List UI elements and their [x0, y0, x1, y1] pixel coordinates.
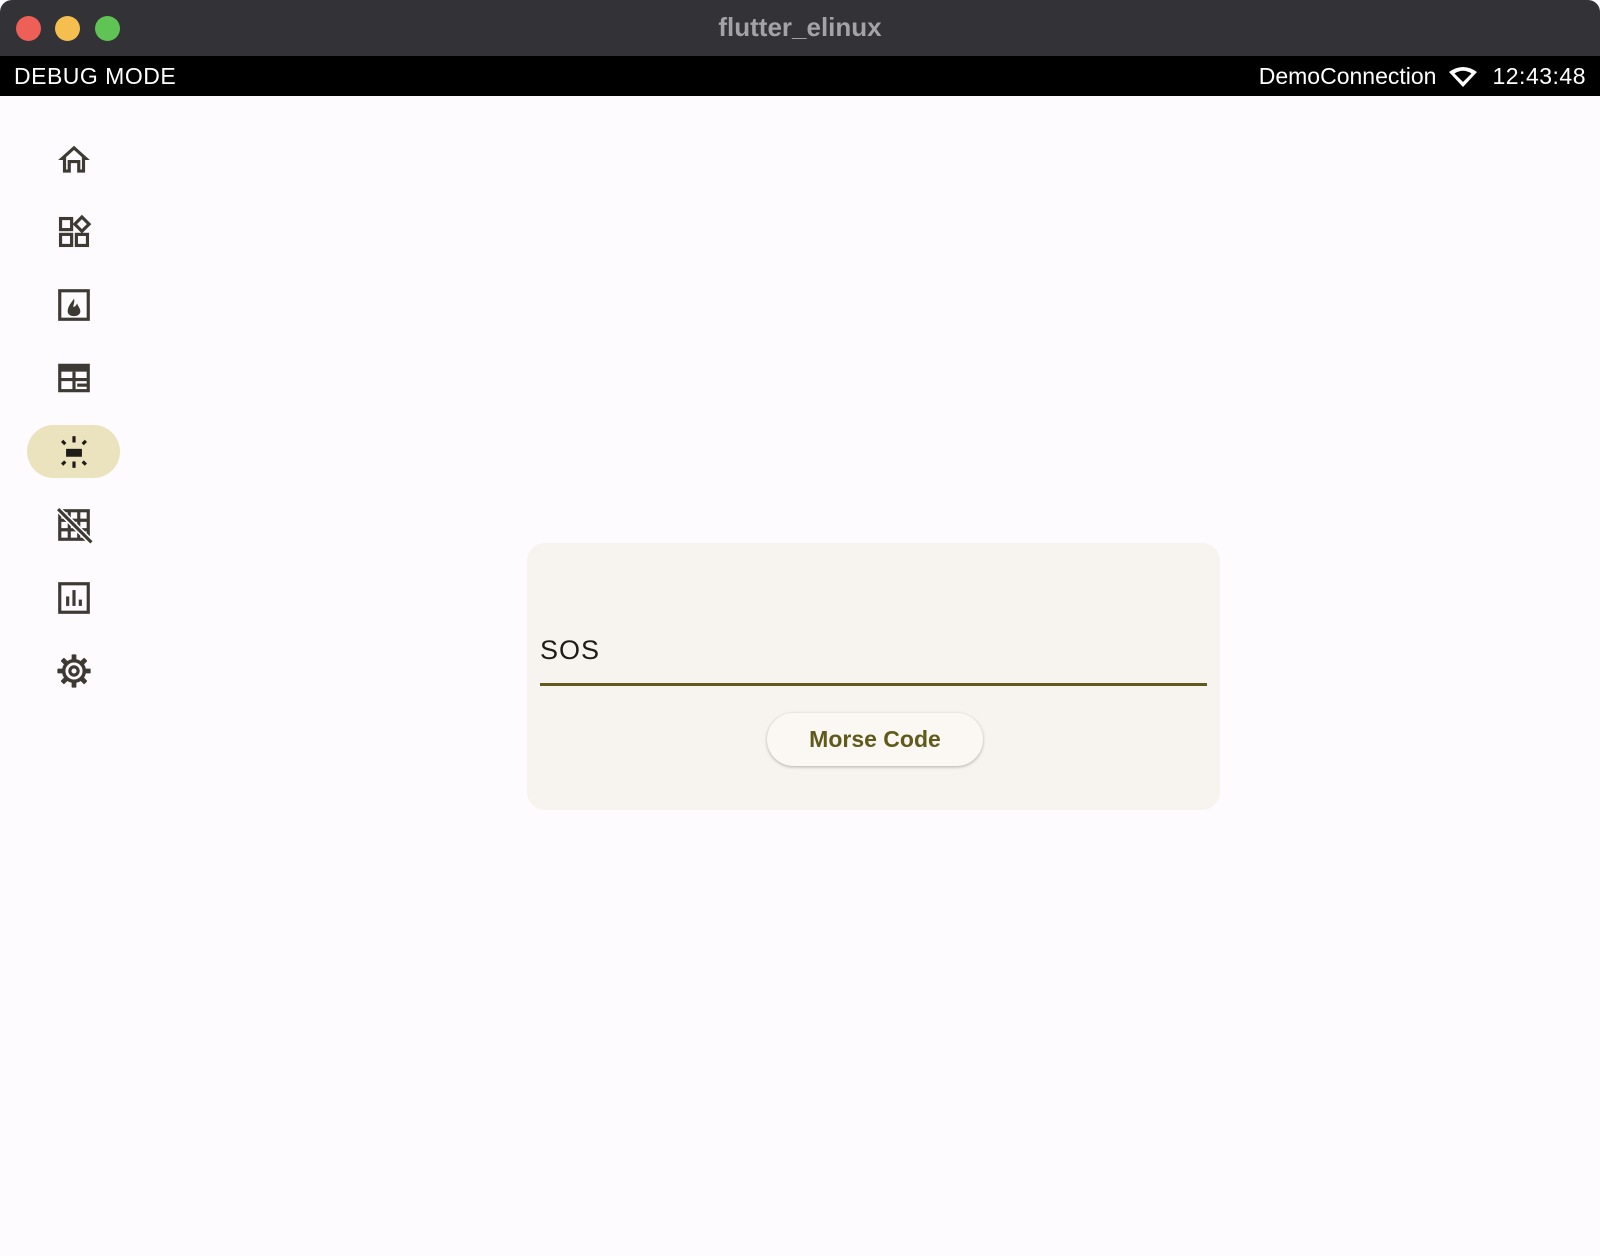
fireplace-icon	[57, 288, 90, 321]
morse-code-button[interactable]: Morse Code	[767, 713, 983, 766]
table-chart-icon	[57, 363, 90, 392]
morse-code-card: SOS Morse Code	[527, 543, 1220, 810]
morse-text-input[interactable]: SOS	[540, 623, 1207, 686]
window-title: flutter_elinux	[718, 12, 882, 42]
morse-input-value: SOS	[540, 635, 601, 665]
debug-status-bar: DEBUG MODE DemoConnection 12:43:48	[0, 56, 1600, 96]
nav-item-widgets[interactable]	[27, 205, 120, 258]
nav-item-table[interactable]	[27, 351, 120, 404]
nav-item-home[interactable]	[27, 133, 120, 186]
nav-item-settings[interactable]	[27, 644, 120, 697]
window-titlebar: flutter_elinux	[0, 0, 1600, 56]
highlight-icon	[60, 435, 87, 468]
bar-chart-icon	[57, 581, 90, 614]
wifi-icon	[1448, 66, 1478, 88]
nav-item-grid-off[interactable]	[27, 498, 120, 551]
network-name: DemoConnection	[1258, 63, 1437, 89]
nav-item-chart[interactable]	[27, 571, 120, 624]
debug-mode-label: DEBUG MODE	[14, 63, 177, 89]
settings-icon	[56, 653, 91, 688]
home-icon	[57, 145, 90, 173]
grid-off-icon	[55, 506, 93, 544]
nav-item-fireplace[interactable]	[27, 278, 120, 331]
status-clock: 12:43:48	[1492, 63, 1586, 89]
status-area: DemoConnection 12:43:48	[1259, 63, 1586, 90]
widgets-icon	[58, 214, 91, 247]
nav-item-highlight[interactable]	[27, 425, 120, 478]
